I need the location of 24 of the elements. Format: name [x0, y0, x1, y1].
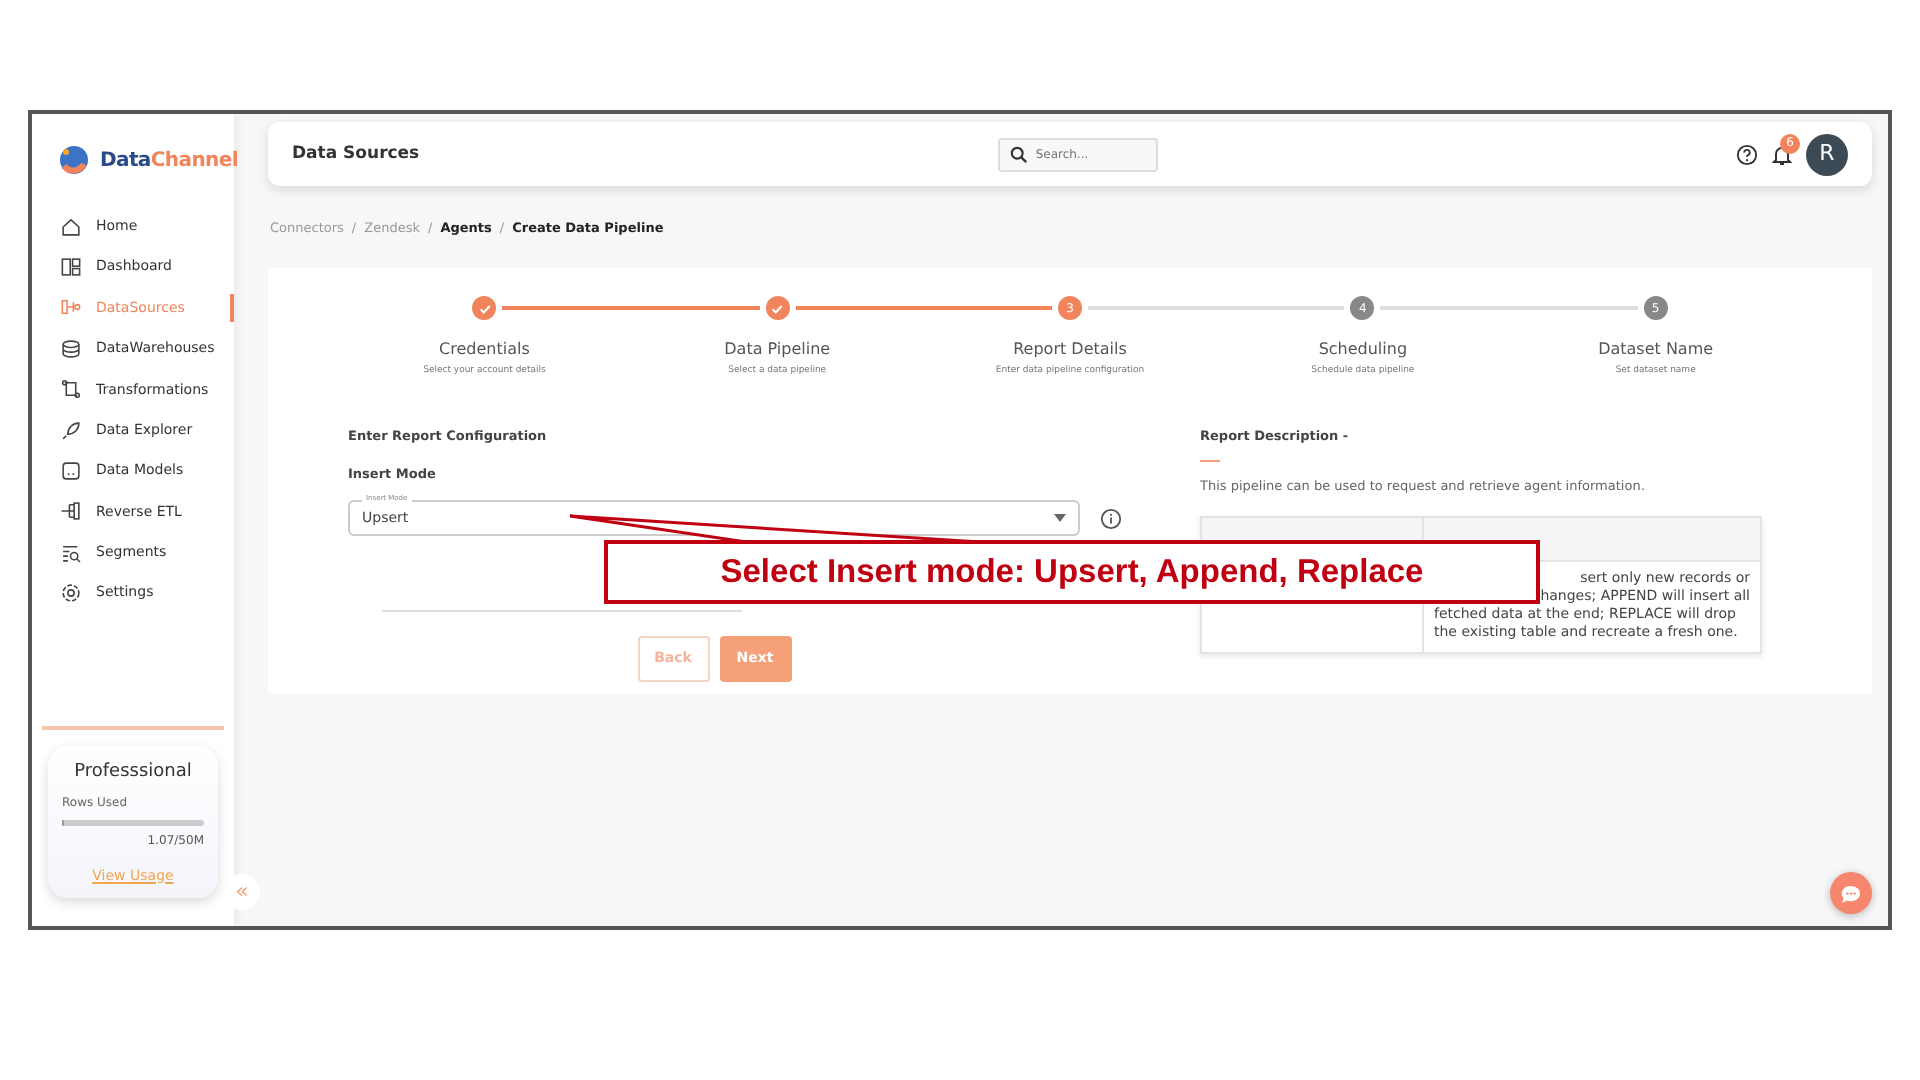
step-title: Scheduling: [1318, 338, 1408, 362]
logo-icon: [56, 142, 92, 178]
help-icon[interactable]: [1736, 143, 1758, 165]
step-title: Dataset Name: [1598, 338, 1714, 362]
search-icon: [1009, 145, 1028, 163]
caret-icon: [1054, 514, 1066, 523]
user-avatar[interactable]: R: [1806, 133, 1848, 175]
step-title: Data Pipeline: [724, 338, 831, 362]
brand-name: DataChannel: [100, 147, 238, 175]
database-icon: [60, 337, 82, 360]
plan-name: Professsional: [72, 760, 194, 786]
info-icon[interactable]: [1100, 507, 1122, 530]
page-title: Data Sources: [292, 141, 420, 167]
split-icon: [60, 500, 82, 523]
flow-icon: [60, 296, 82, 319]
home-icon: [60, 215, 82, 238]
step-title: Credentials: [439, 338, 530, 362]
bell-icon[interactable]: [1772, 143, 1792, 165]
list-search-icon: [60, 541, 82, 564]
settings-icon: [60, 582, 82, 605]
dashboard-icon: [60, 256, 82, 279]
chat-icon: [1840, 883, 1862, 903]
model-icon: [60, 460, 82, 483]
step-title: Report Details: [1013, 338, 1127, 362]
